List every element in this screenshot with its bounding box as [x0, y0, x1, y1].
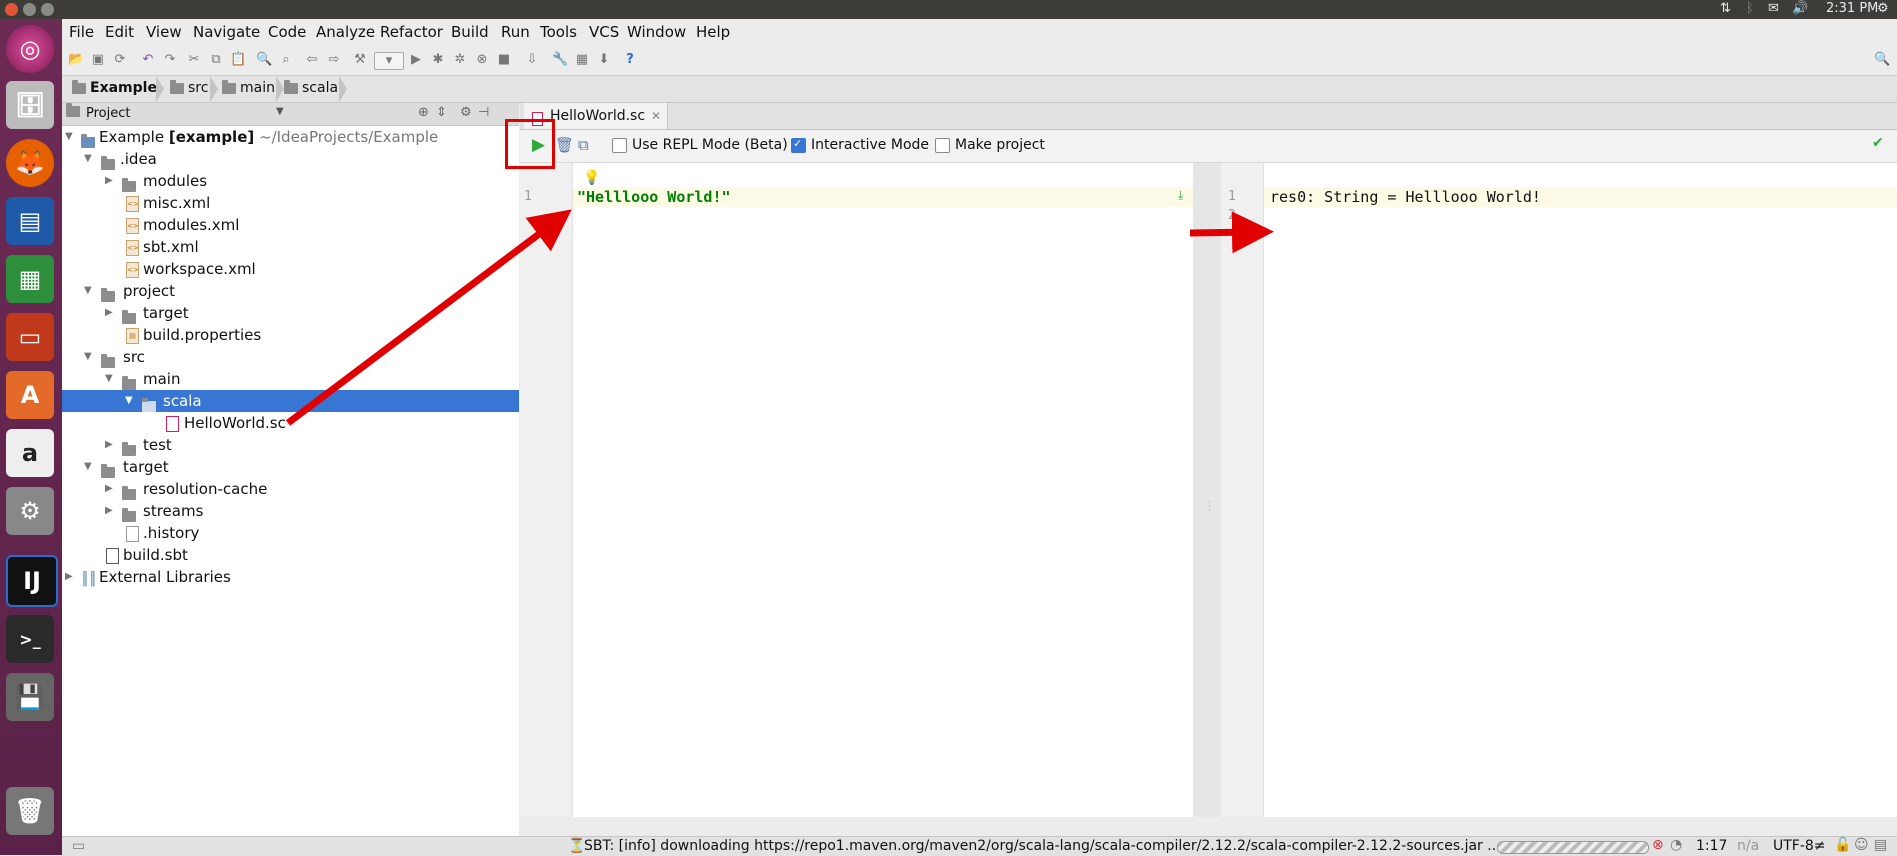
annotation-arrows: [285, 209, 1274, 426]
arrow-file-to-editor: [285, 209, 572, 426]
arrow-to-output: [1189, 211, 1274, 254]
